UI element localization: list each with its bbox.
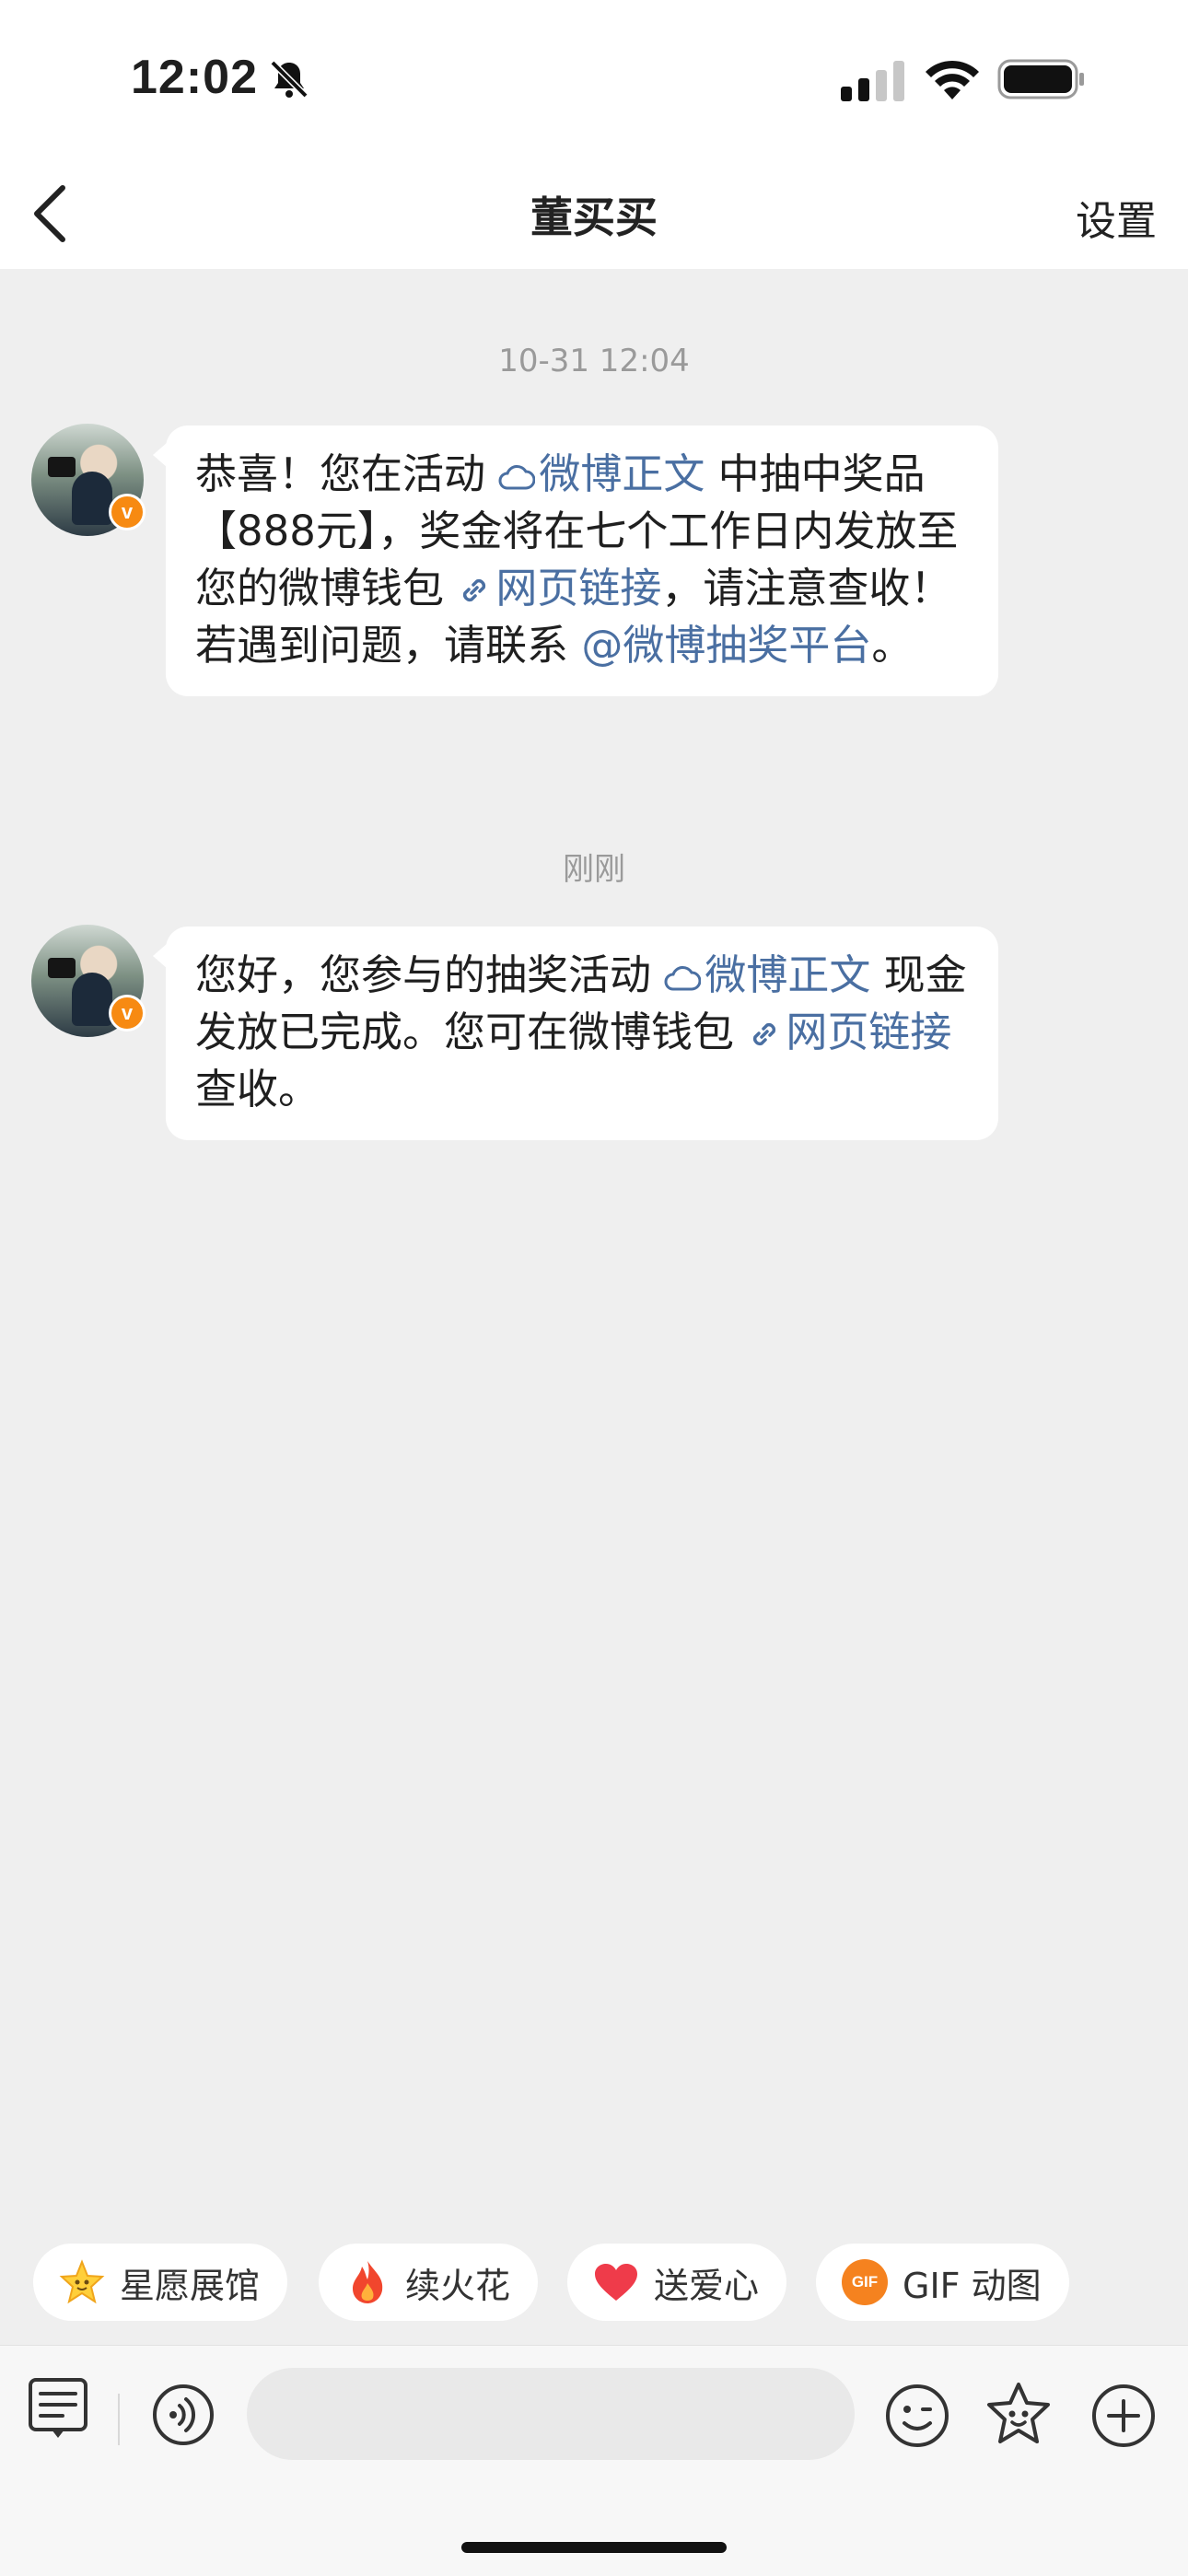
star-face-icon (59, 2259, 105, 2305)
chip-label: 续火花 (405, 2265, 511, 2306)
message-text: 。 (871, 621, 914, 670)
weibo-cloud-icon (664, 966, 702, 991)
message-timestamp: 刚刚 (563, 851, 625, 888)
emoji-icon[interactable] (884, 2383, 950, 2449)
verified-badge-icon: v (109, 494, 146, 530)
keyboard-menu-icon[interactable] (28, 2377, 88, 2442)
settings-button[interactable]: 设置 (1076, 188, 1157, 247)
web-link[interactable]: 网页链接 (457, 564, 661, 612)
chip-label: GIF 动图 (903, 2265, 1042, 2306)
gif-icon: GIF (842, 2259, 888, 2305)
plus-icon[interactable] (1090, 2383, 1157, 2449)
flame-icon (344, 2259, 390, 2305)
chip-gif[interactable]: GIF GIF 动图 (816, 2244, 1069, 2321)
message-bubble: 您好，您参与的抽奖活动 微博正文 现金发放已完成。您可在微博钱包 网页链接 查收… (153, 927, 998, 1140)
weibo-cloud-icon (498, 465, 536, 490)
message-text: 您好，您参与的抽奖活动 (195, 950, 665, 999)
voice-icon[interactable] (151, 2383, 215, 2447)
battery-icon (997, 59, 1084, 99)
message-timestamp: 10-31 12:04 (498, 343, 690, 379)
avatar[interactable]: v (31, 424, 146, 536)
status-time: 12:02 (131, 51, 258, 104)
message-bubble: 恭喜！您在活动 微博正文 中抽中奖品【888元】，奖金将在七个工作日内发放至您的… (153, 425, 998, 696)
link-icon (463, 578, 486, 602)
message-text: 恭喜！您在活动 (195, 449, 499, 498)
chip-label: 送爱心 (654, 2265, 760, 2306)
link-icon (753, 1022, 776, 1046)
bell-muted-icon (270, 60, 309, 99)
avatar[interactable]: v (31, 925, 146, 1037)
quick-chips: 星愿展馆 续火花 送爱心 GIF GIF 动图 (0, 2244, 1188, 2321)
mention-link[interactable]: @微博抽奖平台 (581, 621, 871, 670)
weibo-post-link[interactable]: 微博正文 (664, 950, 870, 999)
nav-bar: 董买买 设置 (0, 157, 1188, 269)
status-bar: 12:02 (0, 0, 1188, 157)
divider (118, 2394, 120, 2445)
page-title: 董买买 (530, 192, 658, 242)
message-input[interactable] (247, 2368, 855, 2460)
chip-continue-spark[interactable]: 续火花 (319, 2244, 539, 2321)
chip-star-gallery[interactable]: 星愿展馆 (33, 2244, 288, 2321)
verified-badge-icon: v (109, 995, 146, 1032)
wifi-icon (926, 60, 979, 99)
message-text: 查收。 (195, 1065, 320, 1113)
signal-icon (841, 61, 904, 101)
weibo-post-link[interactable]: 微博正文 (498, 449, 705, 498)
heart-icon (593, 2259, 639, 2305)
chip-send-love[interactable]: 送爱心 (567, 2244, 787, 2321)
chip-label: 星愿展馆 (120, 2265, 261, 2306)
web-link[interactable]: 网页链接 (747, 1008, 951, 1056)
sticker-icon[interactable] (984, 2381, 1054, 2449)
home-indicator (461, 2542, 727, 2553)
